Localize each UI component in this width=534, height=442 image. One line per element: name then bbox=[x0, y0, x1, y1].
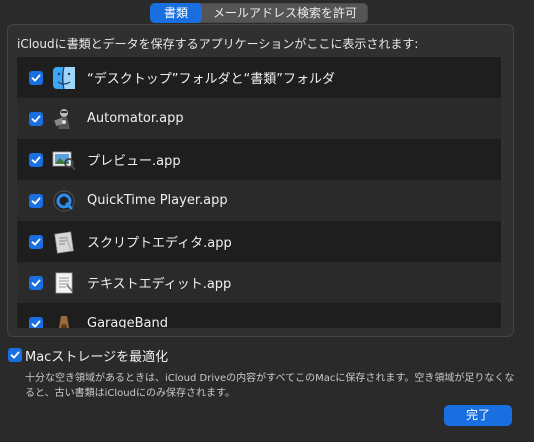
optimize-storage-checkbox[interactable] bbox=[8, 348, 22, 362]
quicktime-icon bbox=[51, 188, 77, 214]
app-list[interactable]: “デスクトップ”フォルダと“書類”フォルダ Automator.app プレビュ… bbox=[17, 57, 501, 328]
app-checkbox[interactable] bbox=[29, 111, 43, 126]
icloud-drive-options-sheet: 書類 メールアドレス検索を許可 iCloudに書類とデータを保存するアプリケーシ… bbox=[0, 0, 534, 442]
checkmark-icon bbox=[31, 156, 41, 163]
optimize-storage-label[interactable]: Macストレージを最適化 bbox=[25, 346, 168, 365]
optimize-storage-checkbox-wrapper bbox=[8, 348, 22, 362]
app-checkbox[interactable] bbox=[29, 152, 43, 167]
list-item[interactable]: QuickTime Player.app bbox=[17, 180, 501, 221]
app-label: “デスクトップ”フォルダと“書類”フォルダ bbox=[87, 72, 335, 87]
preview-icon bbox=[51, 147, 77, 173]
checkmark-icon bbox=[31, 238, 41, 245]
app-checkbox[interactable] bbox=[29, 193, 43, 208]
checkmark-icon bbox=[31, 320, 41, 327]
app-label: Automator.app bbox=[87, 111, 184, 126]
optimize-storage-description: 十分な空き領域があるときは、iCloud Driveの内容がすべてこのMacに保… bbox=[25, 373, 515, 399]
app-label: テキストエディット.app bbox=[87, 277, 232, 292]
tab-segmented-control: 書類 メールアドレス検索を許可 bbox=[150, 3, 368, 23]
tab-look-me-up-by-email[interactable]: メールアドレス検索を許可 bbox=[202, 3, 368, 23]
list-item[interactable]: プレビュー.app bbox=[17, 139, 501, 180]
list-item[interactable]: GarageBand bbox=[17, 303, 501, 328]
checkmark-icon bbox=[31, 197, 41, 204]
app-checkbox[interactable] bbox=[29, 234, 43, 249]
app-checkbox[interactable] bbox=[29, 275, 43, 290]
checkmark-icon bbox=[31, 279, 41, 286]
list-item[interactable]: Automator.app bbox=[17, 98, 501, 139]
group-title: iCloudに書類とデータを保存するアプリケーションがここに表示されます: bbox=[17, 37, 419, 51]
script-editor-icon bbox=[51, 229, 77, 255]
automator-icon bbox=[51, 106, 77, 132]
checkmark-icon bbox=[10, 351, 20, 359]
checkmark-icon bbox=[31, 115, 41, 122]
done-button[interactable]: 完了 bbox=[444, 405, 512, 426]
garageband-icon bbox=[51, 311, 77, 328]
finder-icon bbox=[51, 65, 77, 91]
list-item[interactable]: “デスクトップ”フォルダと“書類”フォルダ bbox=[17, 57, 501, 98]
app-checkbox[interactable] bbox=[29, 316, 43, 328]
app-label: GarageBand bbox=[87, 316, 168, 328]
list-item[interactable]: テキストエディット.app bbox=[17, 262, 501, 303]
tab-documents[interactable]: 書類 bbox=[150, 3, 202, 23]
app-label: プレビュー.app bbox=[87, 154, 181, 169]
app-label: QuickTime Player.app bbox=[87, 193, 228, 208]
app-checkbox[interactable] bbox=[29, 70, 43, 85]
list-item[interactable]: スクリプトエディタ.app bbox=[17, 221, 501, 262]
app-label: スクリプトエディタ.app bbox=[87, 236, 232, 251]
textedit-icon bbox=[51, 270, 77, 296]
checkmark-icon bbox=[31, 74, 41, 81]
